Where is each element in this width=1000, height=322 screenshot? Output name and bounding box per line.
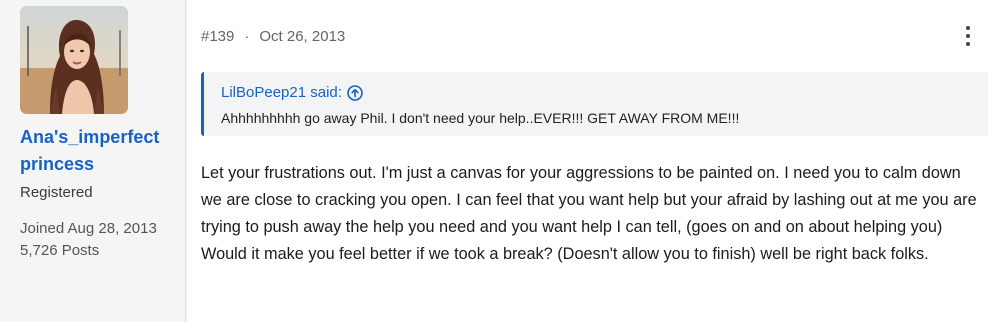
post-count: 5,726 Posts	[20, 242, 100, 259]
post-date[interactable]: Oct 26, 2013	[259, 28, 345, 45]
username-link[interactable]: Ana's_imperfect princess	[20, 124, 180, 178]
quote-author-link[interactable]: LilBoPeep21 said:	[221, 84, 363, 101]
avatar-image	[20, 6, 128, 114]
forum-post: Ana's_imperfect princess Registered Join…	[0, 0, 1000, 322]
quote-block: LilBoPeep21 said: Ahhhhhhhhh go away Phi…	[201, 72, 988, 136]
post-main: #139 · Oct 26, 2013 LilBoPeep21 said: Ah…	[187, 0, 1000, 322]
quote-text: Ahhhhhhhhh go away Phil. I don't need yo…	[221, 110, 740, 126]
arrow-up-circle-icon	[347, 84, 363, 101]
user-avatar[interactable]	[20, 6, 128, 114]
joined-date: Joined Aug 28, 2013	[20, 220, 157, 237]
user-sidebar: Ana's_imperfect princess Registered Join…	[0, 0, 186, 322]
post-meta: #139 · Oct 26, 2013	[201, 28, 345, 45]
quote-author: LilBoPeep21 said:	[221, 84, 342, 101]
post-number[interactable]: #139	[201, 28, 234, 45]
meta-separator: ·	[244, 28, 250, 45]
user-title: Registered	[20, 184, 93, 201]
more-options-icon[interactable]	[962, 26, 974, 46]
post-body: Let your frustrations out. I'm just a ca…	[201, 164, 977, 263]
